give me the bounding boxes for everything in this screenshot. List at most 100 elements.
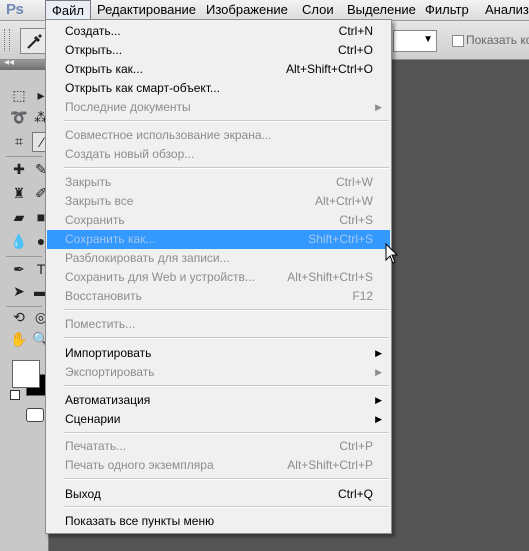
menu-item-label: Восстановить [65,289,142,303]
file-menu-dropdown: Создать... Ctrl+N Открыть... Ctrl+O Откр… [45,19,392,534]
foreground-color-swatch[interactable] [12,360,40,388]
menu-item-label: Совместное использование экрана... [65,128,272,142]
menu-separator [64,385,389,387]
path-select-tool-icon[interactable]: ➤ [10,282,28,300]
menu-item-label: Автоматизация [65,393,151,407]
menu-file[interactable]: Файл [45,0,91,20]
pen-tool-icon[interactable]: ✒ [10,260,28,278]
menu-item-export[interactable]: Экспортировать ▶ [47,363,390,382]
menu-item-open[interactable]: Открыть... Ctrl+O [47,41,390,60]
menu-layers[interactable]: Слои [302,0,334,20]
menu-item-open-as[interactable]: Открыть как... Alt+Shift+Ctrl+O [47,60,390,79]
menu-filter[interactable]: Фильтр [425,0,469,20]
menu-item-check-in[interactable]: Разблокировать для записи... [47,249,390,268]
eyedropper-icon [27,34,42,49]
menu-separator [64,478,389,480]
tools-divider [6,256,42,257]
menu-image[interactable]: Изображение [206,0,288,20]
chevron-down-icon: ▼ [423,34,433,45]
tools-panel: ◂◂ ⬚ ▸ ➰ ⁂ ⌗ ⁄ ✚ ✎ ♜ ✐ ▰ ■ 💧 ● ✒ T ➤ ▬ ⟲… [0,57,52,551]
healing-brush-tool-icon[interactable]: ✚ [10,160,28,178]
menu-item-exit[interactable]: Выход Ctrl+Q [47,485,390,504]
menu-item-new[interactable]: Создать... Ctrl+N [47,22,390,41]
menu-item-label: Печатать... [65,439,127,453]
menu-item-label: Сценарии [65,412,121,426]
menu-analysis[interactable]: Анализ [485,0,529,20]
lasso-tool-icon[interactable]: ➰ [10,108,28,126]
menu-item-label: Экспортировать [65,365,155,379]
menu-separator [64,506,389,508]
menu-item-label: Сохранить для Web и устройств... [65,270,255,284]
marquee-tool-icon[interactable]: ⬚ [10,86,28,104]
menu-item-save[interactable]: Сохранить Ctrl+S [47,211,390,230]
submenu-arrow-icon: ▶ [375,367,382,377]
tool-preset-picker[interactable] [20,28,48,54]
menu-item-label: Создать новый обзор... [65,147,195,161]
menu-item-scripts[interactable]: Сценарии ▶ [47,410,390,429]
hand-tool-icon[interactable]: ✋ [10,330,28,348]
crop-tool-icon[interactable]: ⌗ [10,132,28,150]
menu-item-new-review[interactable]: Создать новый обзор... [47,145,390,164]
menu-item-save-for-web[interactable]: Сохранить для Web и устройств... Alt+Shi… [47,268,390,287]
menu-item-label: Печать одного экземпляра [65,458,214,472]
menu-item-shortcut: Ctrl+O [337,43,373,57]
clone-stamp-tool-icon[interactable]: ♜ [10,184,28,202]
menu-item-shortcut: Alt+Shift+Ctrl+O [285,62,373,76]
menu-item-shortcut: Ctrl+S [339,213,373,227]
tools-divider [6,156,42,157]
menu-item-close-all[interactable]: Закрыть все Alt+Ctrl+W [47,192,390,211]
menu-item-shortcut: Shift+Ctrl+S [308,232,373,246]
menu-item-shortcut: F12 [352,289,373,303]
menu-select[interactable]: Выделение [347,0,416,20]
submenu-arrow-icon: ▶ [375,102,382,112]
menu-item-label: Импортировать [65,346,152,360]
tools-divider [6,306,42,307]
menu-item-shortcut: Ctrl+Q [337,487,373,501]
menu-item-print-one-copy[interactable]: Печать одного экземпляра Alt+Shift+Ctrl+… [47,456,390,475]
menu-item-label: Разблокировать для записи... [65,251,230,265]
photoshop-logo: Ps [6,1,24,18]
menu-item-revert[interactable]: Восстановить F12 [47,287,390,306]
menu-item-share-screen[interactable]: Совместное использование экрана... [47,126,390,145]
menu-item-label: Выход [65,487,101,501]
menu-item-shortcut: Alt+Shift+Ctrl+P [287,458,373,472]
3d-rotate-tool-icon[interactable]: ⟲ [10,308,28,326]
submenu-arrow-icon: ▶ [375,414,382,424]
options-grip[interactable] [4,29,10,51]
menu-item-save-as[interactable]: Сохранить как... Shift+Ctrl+S [47,230,390,249]
sample-size-dropdown[interactable]: ▼ [393,30,437,52]
menu-item-show-all[interactable]: Показать все пункты меню [47,512,390,531]
menu-item-close[interactable]: Закрыть Ctrl+W [47,173,390,192]
menu-item-shortcut: Ctrl+W [336,175,373,189]
default-colors-icon[interactable] [10,390,20,400]
menu-item-label: Открыть как... [65,62,143,76]
menu-edit[interactable]: Редактирование [97,0,196,20]
submenu-arrow-icon: ▶ [375,395,382,405]
blur-tool-icon[interactable]: 💧 [10,232,28,250]
menu-item-import[interactable]: Импортировать ▶ [47,344,390,363]
menu-item-shortcut: Alt+Shift+Ctrl+S [287,270,373,284]
menu-item-label: Сохранить как... [65,232,156,246]
show-ring-checkbox[interactable] [452,35,464,47]
menu-item-automate[interactable]: Автоматизация ▶ [47,391,390,410]
collapse-icon: ◂◂ [4,57,15,68]
menu-separator [64,337,389,339]
menu-separator [64,167,389,169]
menu-item-shortcut: Alt+Ctrl+W [314,194,373,208]
eraser-tool-icon[interactable]: ▰ [10,208,28,226]
menu-separator [64,120,389,122]
menu-item-print[interactable]: Печатать... Ctrl+P [47,437,390,456]
submenu-arrow-icon: ▶ [375,348,382,358]
menu-item-place[interactable]: Поместить... [47,315,390,334]
menu-item-open-smart-object[interactable]: Открыть как смарт-объект... [47,79,390,98]
menu-item-recent[interactable]: Последние документы ▶ [47,98,390,117]
menu-item-shortcut: Ctrl+N [338,24,373,38]
tools-panel-header[interactable]: ◂◂ [0,57,48,70]
menu-item-label: Открыть... [65,43,123,57]
menu-item-label: Сохранить [65,213,125,227]
quick-mask-icon[interactable] [26,408,44,422]
menu-separator [64,432,389,434]
menu-item-label: Поместить... [65,317,136,331]
menu-bar: Ps Файл Редактирование Изображение Слои … [0,0,529,21]
menu-item-label: Создать... [65,24,121,38]
